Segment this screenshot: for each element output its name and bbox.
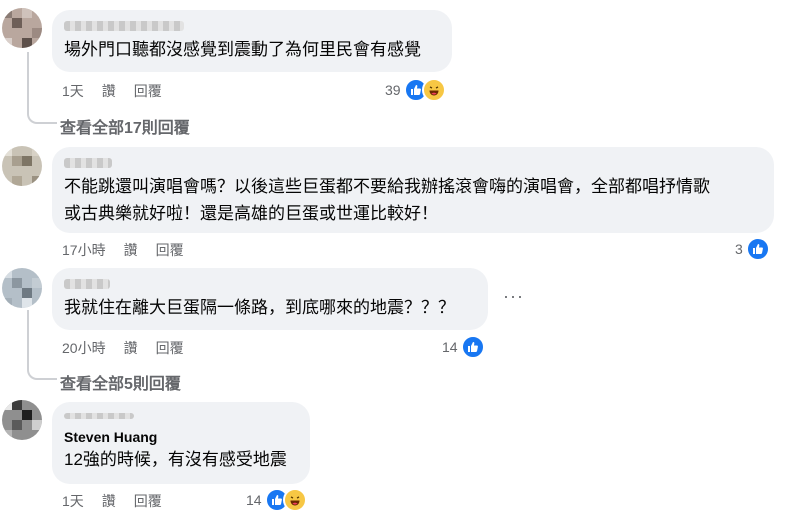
haha-icon xyxy=(421,78,446,102)
like-button[interactable]: 讚 xyxy=(102,81,116,101)
comment-author[interactable] xyxy=(64,158,112,168)
like-icon xyxy=(745,237,770,261)
comment-author[interactable]: Steven Huang xyxy=(64,428,298,446)
comment-bubble: 場外門口聽都沒感覺到震動了為何里民會有感覺 xyxy=(52,10,452,72)
comment-text: 12強的時候，有沒有感受地震 xyxy=(64,450,287,469)
reaction-count: 14 xyxy=(442,339,458,355)
comment-text: 不能跳還叫演唱會嗎？以後這些巨蛋都不要給我辦搖滾會嗨的演唱會，全部都唱抒情歌 或… xyxy=(64,177,710,223)
avatar[interactable] xyxy=(2,146,42,186)
comment-bubble: 不能跳還叫演唱會嗎？以後這些巨蛋都不要給我辦搖滾會嗨的演唱會，全部都唱抒情歌 或… xyxy=(52,147,774,233)
comment-timestamp[interactable]: 1天 xyxy=(62,491,84,511)
comment-bubble: 我就住在離大巨蛋隔一條路，到底哪來的地震？？？ xyxy=(52,268,488,330)
comment-author[interactable] xyxy=(64,279,110,289)
reply-thread-line xyxy=(27,310,57,380)
reaction-summary[interactable]: 3 xyxy=(735,237,770,261)
haha-icon xyxy=(282,488,307,512)
reaction-summary[interactable]: 14 xyxy=(442,335,485,359)
reply-button[interactable]: 回覆 xyxy=(156,338,184,358)
view-replies-link[interactable]: 查看全部5則回覆 xyxy=(60,370,181,394)
comment-bubble: Steven Huang 12強的時候，有沒有感受地震 xyxy=(52,402,310,484)
reaction-count: 39 xyxy=(385,82,401,98)
like-button[interactable]: 讚 xyxy=(124,338,138,358)
comment-actions: 1天 讚 回覆 xyxy=(62,491,162,511)
view-replies-link[interactable]: 查看全部17則回覆 xyxy=(60,114,190,138)
comment-timestamp[interactable]: 1天 xyxy=(62,81,84,101)
comment-text: 場外門口聽都沒感覺到震動了為何里民會有感覺 xyxy=(64,40,421,59)
reaction-summary[interactable]: 14 xyxy=(246,488,307,512)
comment-actions: 1天 讚 回覆 xyxy=(62,81,162,101)
reply-button[interactable]: 回覆 xyxy=(156,240,184,260)
more-horizontal-icon[interactable]: ··· xyxy=(503,286,524,307)
comment-actions: 17小時 讚 回覆 xyxy=(62,240,184,260)
reaction-summary[interactable]: 39 xyxy=(385,78,446,102)
reaction-count: 3 xyxy=(735,241,743,257)
comment-timestamp[interactable]: 20小時 xyxy=(62,338,106,358)
like-icon xyxy=(460,335,485,359)
comment-text: 我就住在離大巨蛋隔一條路，到底哪來的地震？？？ xyxy=(64,298,455,317)
comment-author[interactable] xyxy=(64,21,184,31)
reply-button[interactable]: 回覆 xyxy=(134,491,162,511)
reaction-count: 14 xyxy=(246,492,262,508)
like-button[interactable]: 讚 xyxy=(102,491,116,511)
avatar[interactable] xyxy=(2,8,42,48)
reply-thread-line xyxy=(27,52,57,124)
like-button[interactable]: 讚 xyxy=(124,240,138,260)
comment-author-badge xyxy=(64,413,134,419)
avatar[interactable] xyxy=(2,400,42,440)
comment-timestamp[interactable]: 17小時 xyxy=(62,240,106,260)
avatar[interactable] xyxy=(2,268,42,308)
reply-button[interactable]: 回覆 xyxy=(134,81,162,101)
comment-actions: 20小時 讚 回覆 xyxy=(62,338,184,358)
